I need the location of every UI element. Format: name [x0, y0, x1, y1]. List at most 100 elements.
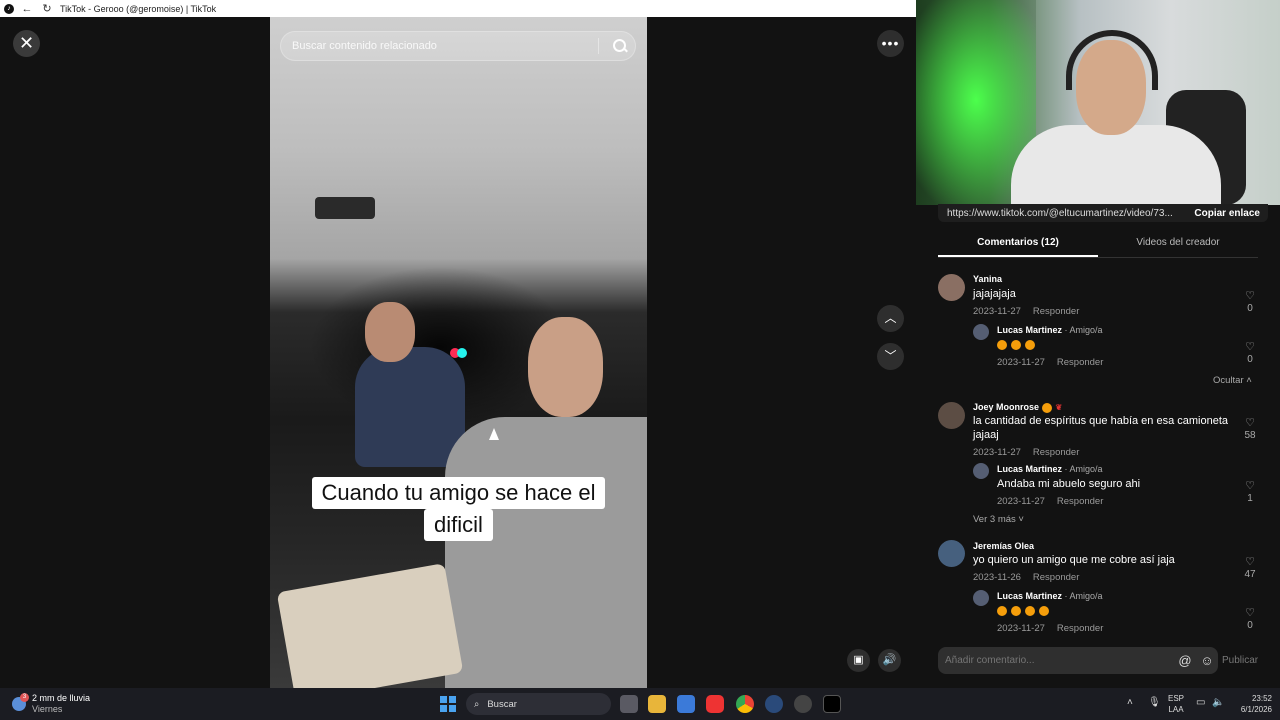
language-code: ESP [1168, 694, 1185, 703]
close-button[interactable]: ✕ [13, 30, 40, 57]
laughing-emoji-icon [1025, 606, 1035, 617]
comment-list: Yanina jajajajaja 2023-11-27 Responder ♡ 0… [916, 262, 1280, 634]
chevron-up-icon: ˄ [1246, 375, 1252, 386]
video-scene-head-right [528, 317, 603, 417]
volume-button[interactable]: 🔊 [878, 649, 901, 672]
avatar[interactable] [973, 324, 989, 340]
windows-start-icon[interactable] [440, 696, 456, 712]
like-count: 0 [1247, 354, 1253, 365]
weather-summary: 2 mm de lluvia [32, 693, 91, 703]
taskbar-search[interactable]: ⌕ Buscar [466, 693, 611, 715]
tab-comments[interactable]: Comentarios (12) [938, 232, 1098, 257]
comment-author[interactable]: Lucas Martinez · Amigo/a [997, 591, 1103, 601]
author-name[interactable]: Joey Moonrose [973, 402, 1039, 412]
picture-in-picture-button[interactable]: ▣ [847, 649, 870, 672]
like-button[interactable]: ♡ 0 [1242, 340, 1258, 365]
avatar[interactable] [973, 463, 989, 479]
like-button[interactable]: ♡ 0 [1242, 606, 1258, 631]
microphone-icon[interactable]: 🎙 [1148, 697, 1161, 708]
close-icon: ✕ [18, 33, 35, 53]
like-button[interactable]: ♡ 0 [1242, 289, 1258, 314]
comment-author[interactable]: Lucas Martinez · Amigo/a [997, 325, 1103, 335]
search-icon: ⌕ [474, 698, 480, 710]
author-name[interactable]: Lucas Martinez [997, 325, 1062, 335]
tiktok-app-icon[interactable] [823, 695, 841, 713]
volume-icon[interactable]: 🔈 [1212, 697, 1224, 708]
window-title: TikTok - Gerooo (@geromoise) | TikTok [60, 3, 217, 14]
like-button[interactable]: ♡ 47 [1240, 555, 1260, 580]
previous-video-button[interactable]: ︿ [877, 305, 904, 332]
language-indicator[interactable]: ESP LAA [1168, 693, 1184, 715]
toggle-label[interactable]: Ver 3 más [973, 514, 1016, 525]
app-icon[interactable] [794, 695, 812, 713]
laughing-emoji-icon [1011, 606, 1021, 617]
comment-author[interactable]: Lucas Martinez · Amigo/a [997, 464, 1103, 474]
related-search-bar[interactable]: Buscar contenido relacionado [280, 31, 636, 61]
reply-button[interactable]: Responder [1057, 496, 1103, 507]
reply-button[interactable]: Responder [1057, 357, 1103, 368]
avatar[interactable] [938, 402, 965, 429]
comment-input[interactable] [945, 655, 1174, 666]
heart-icon: ♡ [1245, 341, 1255, 353]
author-name[interactable]: Lucas Martinez [997, 464, 1062, 474]
headset-icon [1066, 30, 1158, 90]
notification-badge: 3 [20, 693, 29, 702]
reply-button[interactable]: Responder [1033, 572, 1079, 583]
comment-text: la cantidad de espíritus que había en es… [973, 415, 1229, 427]
task-view-icon[interactable] [620, 695, 638, 713]
youtube-icon[interactable] [706, 695, 724, 713]
emoji-icon [1041, 402, 1052, 413]
date: 6/1/2026 [1240, 705, 1272, 714]
comment-meta: 2023-11-27 Responder [973, 447, 1091, 458]
mention-icon[interactable]: @ [1174, 653, 1196, 668]
share-url[interactable]: https://www.tiktok.com/@eltucumartinez/v… [947, 208, 1186, 219]
heart-icon: ♡ [1245, 417, 1255, 429]
weather-widget[interactable]: 3 2 mm de lluvia Viernes [12, 692, 90, 716]
related-search-input[interactable]: Buscar contenido relacionado [292, 40, 598, 52]
back-arrow-icon[interactable]: ← [20, 3, 34, 15]
comment-meta: 2023-11-26 Responder [973, 572, 1091, 583]
laughing-emoji-icon [997, 340, 1007, 351]
reply-button[interactable]: Responder [1033, 447, 1079, 458]
like-button[interactable]: ♡ 58 [1240, 416, 1260, 441]
steam-icon[interactable] [765, 695, 783, 713]
video-scene-person-right [445, 417, 647, 688]
emoji-picker-icon[interactable]: ☺ [1196, 653, 1218, 668]
laughing-emoji-icon [997, 606, 1007, 617]
chrome-icon[interactable] [736, 695, 754, 713]
avatar[interactable] [938, 540, 965, 567]
copy-link-button[interactable]: Copiar enlace [1186, 208, 1268, 219]
chevron-up-icon[interactable]: ˄ [1127, 697, 1133, 708]
comment-date: 2023-11-27 [973, 447, 1021, 458]
comment-date: 2023-11-27 [997, 357, 1045, 368]
comment-author[interactable]: Jeremías Olea [973, 541, 1034, 551]
more-options-button[interactable]: ••• [877, 30, 904, 57]
next-video-button[interactable]: ﹀ [877, 343, 904, 370]
search-icon[interactable] [607, 32, 635, 60]
tab-creator-videos[interactable]: Videos del creador [1098, 232, 1258, 257]
chevron-down-icon: ˅ [1018, 514, 1024, 525]
share-url-row: https://www.tiktok.com/@eltucumartinez/v… [938, 204, 1268, 222]
author-name[interactable]: Lucas Martinez [997, 591, 1062, 601]
comment-author[interactable]: Yanina [973, 274, 1002, 284]
comment-author[interactable]: Joey Moonrose ❦ [973, 402, 1062, 413]
reply-button[interactable]: Responder [1033, 306, 1079, 317]
show-more-replies-toggle[interactable]: Ver 3 más ˅ [973, 514, 1024, 525]
hide-replies-toggle[interactable]: Ocultar ˄ [1213, 375, 1252, 386]
network-icon[interactable]: ▭ [1196, 697, 1205, 708]
avatar[interactable] [973, 590, 989, 606]
comment-meta: 2023-11-27 Responder [973, 306, 1091, 317]
post-comment-button[interactable]: Publicar [1222, 647, 1258, 674]
file-explorer-icon[interactable] [648, 695, 666, 713]
video-player[interactable]: Cuando tu amigo se hace el dificil [270, 17, 647, 688]
tiktok-logo-icon: ♪ [4, 3, 14, 14]
reply-button[interactable]: Responder [1057, 623, 1103, 634]
like-button[interactable]: ♡ 1 [1242, 479, 1258, 504]
reload-icon[interactable]: ↻ [40, 2, 54, 15]
avatar[interactable] [938, 274, 965, 301]
clock[interactable]: 23:52 6/1/2026 [1232, 693, 1272, 715]
heart-icon: ♡ [1245, 607, 1255, 619]
toggle-label[interactable]: Ocultar [1213, 375, 1244, 386]
rain-cloud-icon: 3 [12, 693, 29, 711]
store-icon[interactable] [677, 695, 695, 713]
